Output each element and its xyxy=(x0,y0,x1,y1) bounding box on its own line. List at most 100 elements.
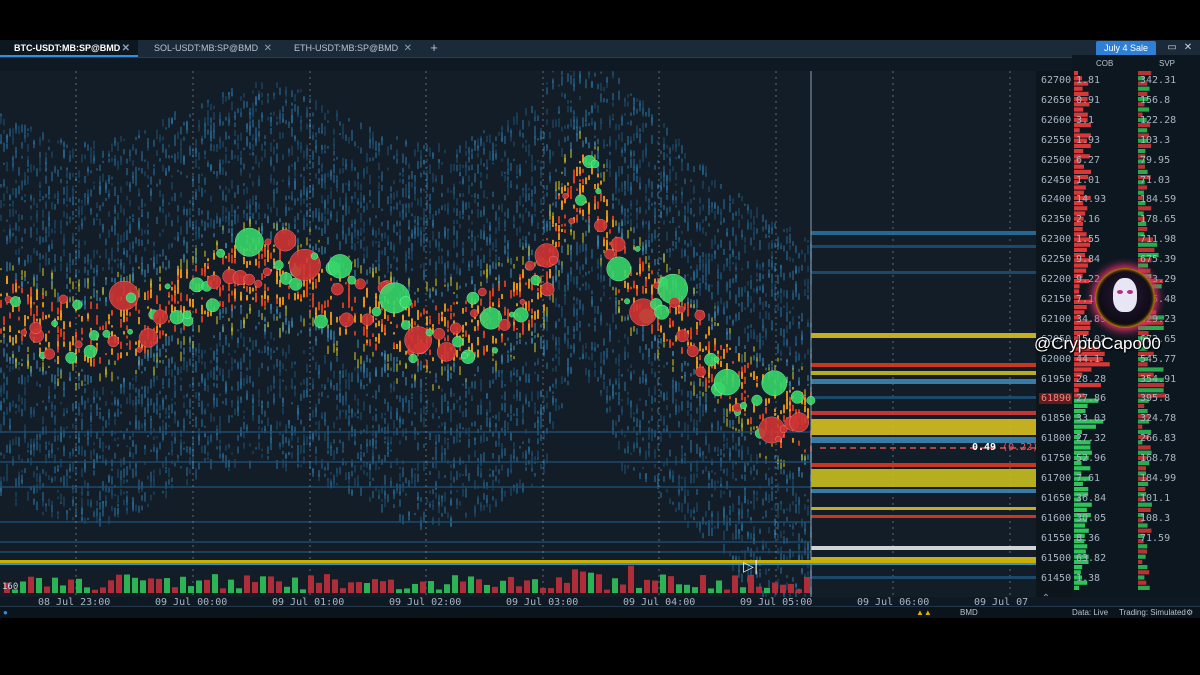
heat-cell xyxy=(69,217,71,220)
heat-cell xyxy=(84,434,86,437)
heat-cell xyxy=(240,295,242,301)
heat-cell xyxy=(153,474,155,482)
heat-cell xyxy=(144,492,146,502)
heat-cell xyxy=(432,186,434,193)
heat-cell xyxy=(459,439,461,443)
heat-cell xyxy=(126,218,128,226)
heat-cell xyxy=(285,206,287,217)
heat-cell xyxy=(390,208,392,216)
heat-cell xyxy=(120,352,122,359)
heat-cell xyxy=(36,203,38,209)
heat-cell xyxy=(189,298,191,307)
heat-cell xyxy=(6,219,8,222)
heat-cell xyxy=(354,191,356,199)
heat-cell xyxy=(402,397,404,407)
close-icon[interactable]: ✕ xyxy=(404,40,412,57)
heat-cell xyxy=(357,181,359,191)
heat-cell xyxy=(546,322,548,332)
heat-cell xyxy=(531,467,533,472)
heat-cell xyxy=(27,258,29,264)
heat-cell xyxy=(267,341,269,345)
heatmap-chart[interactable] xyxy=(0,71,1036,597)
heat-cell xyxy=(462,241,464,246)
heat-cell xyxy=(147,211,149,219)
heat-cell xyxy=(126,181,128,186)
heat-cell xyxy=(288,344,290,354)
heat-cell xyxy=(381,176,383,182)
heat-cell xyxy=(171,182,173,190)
promo-button[interactable]: July 4 Sale xyxy=(1096,41,1156,56)
heat-cell xyxy=(489,290,491,301)
heat-cell xyxy=(21,479,23,483)
heat-cell xyxy=(207,210,209,220)
heat-cell xyxy=(228,369,230,379)
heat-cell xyxy=(108,153,110,158)
heat-cell xyxy=(564,293,566,297)
tab-btc[interactable]: BTC-USDT:MB:SP@BMD ✕ xyxy=(0,40,138,57)
heat-cell xyxy=(279,298,281,304)
heat-cell xyxy=(525,107,527,116)
heat-cell xyxy=(558,259,560,265)
heat-cell xyxy=(21,474,23,485)
heat-cell xyxy=(123,262,125,273)
heat-cell xyxy=(123,149,125,155)
heat-cell xyxy=(318,168,320,174)
heat-cell xyxy=(276,294,278,299)
close-icon[interactable]: ✕ xyxy=(122,40,130,57)
tab-sol[interactable]: SOL-USDT:MB:SP@BMD ✕ xyxy=(140,40,280,57)
heat-cell xyxy=(15,151,17,159)
heat-cell xyxy=(489,134,491,144)
heat-cell xyxy=(3,162,5,165)
close-icon[interactable]: ✕ xyxy=(264,40,272,57)
heat-cell xyxy=(561,171,563,174)
window-icon[interactable]: ▭ xyxy=(1166,42,1178,54)
heat-cell xyxy=(369,138,371,149)
heat-cell xyxy=(396,190,398,198)
heat-cell xyxy=(567,73,569,83)
heat-cell xyxy=(555,168,557,173)
heat-cell xyxy=(57,511,59,515)
heat-cell xyxy=(108,193,110,197)
tab-label: ETH-USDT:MB:SP@BMD xyxy=(294,43,399,53)
heat-cell xyxy=(183,121,185,126)
tab-eth[interactable]: ETH-USDT:MB:SP@BMD ✕ xyxy=(280,40,420,57)
close-window-icon[interactable]: ✕ xyxy=(1182,42,1194,54)
heat-cell xyxy=(90,208,92,215)
heat-cell xyxy=(141,239,143,246)
heat-cell xyxy=(42,426,44,435)
heat-cell xyxy=(39,198,41,202)
heat-cell xyxy=(78,348,80,353)
heat-cell xyxy=(525,396,527,400)
heat-cell xyxy=(6,471,8,482)
heat-cell xyxy=(519,445,521,449)
heat-cell xyxy=(327,377,329,383)
heat-cell xyxy=(519,338,521,345)
heat-cell xyxy=(513,413,515,416)
heat-cell xyxy=(54,265,56,273)
heat-cell xyxy=(462,257,464,264)
heat-cell xyxy=(135,504,137,512)
heat-cell xyxy=(561,228,563,232)
heat-cell xyxy=(348,137,350,144)
heat-cell xyxy=(279,218,281,223)
heat-cell xyxy=(390,193,392,199)
heat-cell xyxy=(231,290,233,296)
heat-cell xyxy=(111,402,113,405)
heat-cell xyxy=(471,248,473,257)
heat-cell xyxy=(36,289,38,300)
heat-cell xyxy=(519,376,521,381)
heat-cell xyxy=(489,468,491,471)
heat-cell xyxy=(228,228,230,233)
heat-cell xyxy=(183,426,185,429)
add-tab-button[interactable]: + xyxy=(428,40,440,57)
heat-cell xyxy=(6,343,8,347)
heat-cell xyxy=(339,132,341,136)
heat-cell xyxy=(12,134,14,145)
heat-cell xyxy=(492,496,494,501)
heat-cell xyxy=(504,391,506,401)
heat-cell xyxy=(3,118,5,126)
heat-cell xyxy=(72,185,74,191)
heat-cell xyxy=(129,340,131,350)
heat-cell xyxy=(297,114,299,118)
heat-cell xyxy=(6,161,8,172)
